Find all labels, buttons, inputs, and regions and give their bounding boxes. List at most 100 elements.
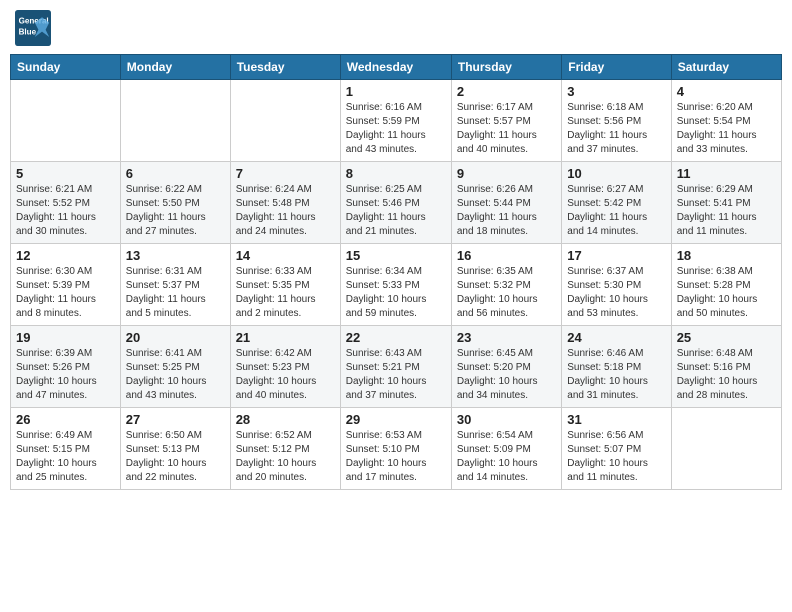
day-info: Sunrise: 6:46 AM Sunset: 5:18 PM Dayligh… — [567, 347, 665, 403]
calendar-cell: 29 Sunrise: 6:53 AM Sunset: 5:10 PM Dayli… — [340, 408, 451, 490]
day-number: 3 — [567, 84, 665, 99]
calendar-cell: 1Sunrise: 6:16 AM Sunset: 5:59 PM Daylig… — [340, 80, 451, 162]
weekday-header-wednesday: Wednesday — [340, 55, 451, 80]
calendar-cell: 23Sunrise: 6:45 AM Sunset: 5:20 PM Dayli… — [451, 326, 561, 408]
day-number: 19 — [16, 330, 115, 345]
day-info: Sunrise: 6:53 AM Sunset: 5:10 PM Dayligh… — [346, 429, 446, 485]
calendar-body: 1Sunrise: 6:16 AM Sunset: 5:59 PM Daylig… — [11, 80, 782, 490]
day-info: Sunrise: 6:20 AM Sunset: 5:54 PM Dayligh… — [677, 101, 776, 157]
calendar-cell — [120, 80, 230, 162]
day-number: 27 — [126, 412, 225, 427]
calendar-cell: 6 Sunrise: 6:22 AM Sunset: 5:50 PM Daylig… — [120, 162, 230, 244]
day-number: 10 — [567, 166, 665, 181]
day-number: 18 — [677, 248, 776, 263]
day-number: 28 — [236, 412, 335, 427]
day-number: 5 — [16, 166, 115, 181]
day-info: Sunrise: 6:31 AM Sunset: 5:37 PM Dayligh… — [126, 265, 225, 321]
day-number: 31 — [567, 412, 665, 427]
weekday-header-row: SundayMondayTuesdayWednesdayThursdayFrid… — [11, 55, 782, 80]
calendar-cell: 3 Sunrise: 6:18 AM Sunset: 5:56 PM Daylig… — [562, 80, 671, 162]
day-number: 12 — [16, 248, 115, 263]
calendar-cell — [671, 408, 781, 490]
week-row-3: 12 Sunrise: 6:30 AM Sunset: 5:39 PM Dayli… — [11, 244, 782, 326]
day-number: 29 — [346, 412, 446, 427]
calendar-cell: 25Sunrise: 6:48 AM Sunset: 5:16 PM Dayli… — [671, 326, 781, 408]
calendar-cell: 26 Sunrise: 6:49 AM Sunset: 5:15 PM Dayli… — [11, 408, 121, 490]
weekday-header-sunday: Sunday — [11, 55, 121, 80]
day-number: 13 — [126, 248, 225, 263]
calendar-cell: 20 Sunrise: 6:41 AM Sunset: 5:25 PM Dayli… — [120, 326, 230, 408]
day-info: Sunrise: 6:25 AM Sunset: 5:46 PM Dayligh… — [346, 183, 446, 239]
calendar-cell: 27 Sunrise: 6:50 AM Sunset: 5:13 PM Dayli… — [120, 408, 230, 490]
weekday-header-monday: Monday — [120, 55, 230, 80]
calendar-cell: 24 Sunrise: 6:46 AM Sunset: 5:18 PM Dayli… — [562, 326, 671, 408]
day-number: 15 — [346, 248, 446, 263]
day-info: Sunrise: 6:27 AM Sunset: 5:42 PM Dayligh… — [567, 183, 665, 239]
header: General Blue — [10, 10, 782, 46]
day-info: Sunrise: 6:22 AM Sunset: 5:50 PM Dayligh… — [126, 183, 225, 239]
day-number: 16 — [457, 248, 556, 263]
day-info: Sunrise: 6:17 AM Sunset: 5:57 PM Dayligh… — [457, 101, 556, 157]
week-row-2: 5Sunrise: 6:21 AM Sunset: 5:52 PM Daylig… — [11, 162, 782, 244]
weekday-header-tuesday: Tuesday — [230, 55, 340, 80]
day-info: Sunrise: 6:49 AM Sunset: 5:15 PM Dayligh… — [16, 429, 115, 485]
day-number: 21 — [236, 330, 335, 345]
calendar-cell: 10 Sunrise: 6:27 AM Sunset: 5:42 PM Dayli… — [562, 162, 671, 244]
day-info: Sunrise: 6:42 AM Sunset: 5:23 PM Dayligh… — [236, 347, 335, 403]
day-info: Sunrise: 6:38 AM Sunset: 5:28 PM Dayligh… — [677, 265, 776, 321]
logo: General Blue — [15, 10, 55, 46]
day-info: Sunrise: 6:37 AM Sunset: 5:30 PM Dayligh… — [567, 265, 665, 321]
day-info: Sunrise: 6:33 AM Sunset: 5:35 PM Dayligh… — [236, 265, 335, 321]
day-number: 8 — [346, 166, 446, 181]
day-number: 26 — [16, 412, 115, 427]
day-number: 2 — [457, 84, 556, 99]
day-info: Sunrise: 6:30 AM Sunset: 5:39 PM Dayligh… — [16, 265, 115, 321]
calendar-cell — [11, 80, 121, 162]
day-info: Sunrise: 6:24 AM Sunset: 5:48 PM Dayligh… — [236, 183, 335, 239]
day-number: 7 — [236, 166, 335, 181]
day-info: Sunrise: 6:39 AM Sunset: 5:26 PM Dayligh… — [16, 347, 115, 403]
day-info: Sunrise: 6:54 AM Sunset: 5:09 PM Dayligh… — [457, 429, 556, 485]
calendar-cell: 19 Sunrise: 6:39 AM Sunset: 5:26 PM Dayli… — [11, 326, 121, 408]
calendar-cell: 8 Sunrise: 6:25 AM Sunset: 5:46 PM Daylig… — [340, 162, 451, 244]
day-info: Sunrise: 6:43 AM Sunset: 5:21 PM Dayligh… — [346, 347, 446, 403]
week-row-1: 1Sunrise: 6:16 AM Sunset: 5:59 PM Daylig… — [11, 80, 782, 162]
day-info: Sunrise: 6:41 AM Sunset: 5:25 PM Dayligh… — [126, 347, 225, 403]
calendar-cell: 22 Sunrise: 6:43 AM Sunset: 5:21 PM Dayli… — [340, 326, 451, 408]
calendar-cell: 7 Sunrise: 6:24 AM Sunset: 5:48 PM Daylig… — [230, 162, 340, 244]
day-number: 9 — [457, 166, 556, 181]
day-info: Sunrise: 6:26 AM Sunset: 5:44 PM Dayligh… — [457, 183, 556, 239]
day-info: Sunrise: 6:29 AM Sunset: 5:41 PM Dayligh… — [677, 183, 776, 239]
calendar-cell: 28 Sunrise: 6:52 AM Sunset: 5:12 PM Dayli… — [230, 408, 340, 490]
calendar-cell: 16 Sunrise: 6:35 AM Sunset: 5:32 PM Dayli… — [451, 244, 561, 326]
logo-icon: General Blue — [15, 10, 51, 46]
day-number: 4 — [677, 84, 776, 99]
weekday-header-saturday: Saturday — [671, 55, 781, 80]
calendar-cell: 5Sunrise: 6:21 AM Sunset: 5:52 PM Daylig… — [11, 162, 121, 244]
calendar-cell: 9 Sunrise: 6:26 AM Sunset: 5:44 PM Daylig… — [451, 162, 561, 244]
day-number: 20 — [126, 330, 225, 345]
day-number: 30 — [457, 412, 556, 427]
day-number: 23 — [457, 330, 556, 345]
day-info: Sunrise: 6:56 AM Sunset: 5:07 PM Dayligh… — [567, 429, 665, 485]
day-number: 17 — [567, 248, 665, 263]
weekday-header-thursday: Thursday — [451, 55, 561, 80]
weekday-header-friday: Friday — [562, 55, 671, 80]
week-row-4: 19 Sunrise: 6:39 AM Sunset: 5:26 PM Dayli… — [11, 326, 782, 408]
day-number: 6 — [126, 166, 225, 181]
calendar-cell: 11 Sunrise: 6:29 AM Sunset: 5:41 PM Dayli… — [671, 162, 781, 244]
day-number: 24 — [567, 330, 665, 345]
day-info: Sunrise: 6:35 AM Sunset: 5:32 PM Dayligh… — [457, 265, 556, 321]
svg-text:Blue: Blue — [19, 27, 37, 36]
day-info: Sunrise: 6:34 AM Sunset: 5:33 PM Dayligh… — [346, 265, 446, 321]
calendar-cell: 30 Sunrise: 6:54 AM Sunset: 5:09 PM Dayli… — [451, 408, 561, 490]
day-number: 14 — [236, 248, 335, 263]
day-info: Sunrise: 6:48 AM Sunset: 5:16 PM Dayligh… — [677, 347, 776, 403]
day-info: Sunrise: 6:50 AM Sunset: 5:13 PM Dayligh… — [126, 429, 225, 485]
calendar-cell: 18 Sunrise: 6:38 AM Sunset: 5:28 PM Dayli… — [671, 244, 781, 326]
day-info: Sunrise: 6:18 AM Sunset: 5:56 PM Dayligh… — [567, 101, 665, 157]
day-number: 11 — [677, 166, 776, 181]
calendar-cell: 21 Sunrise: 6:42 AM Sunset: 5:23 PM Dayli… — [230, 326, 340, 408]
day-number: 22 — [346, 330, 446, 345]
day-info: Sunrise: 6:52 AM Sunset: 5:12 PM Dayligh… — [236, 429, 335, 485]
